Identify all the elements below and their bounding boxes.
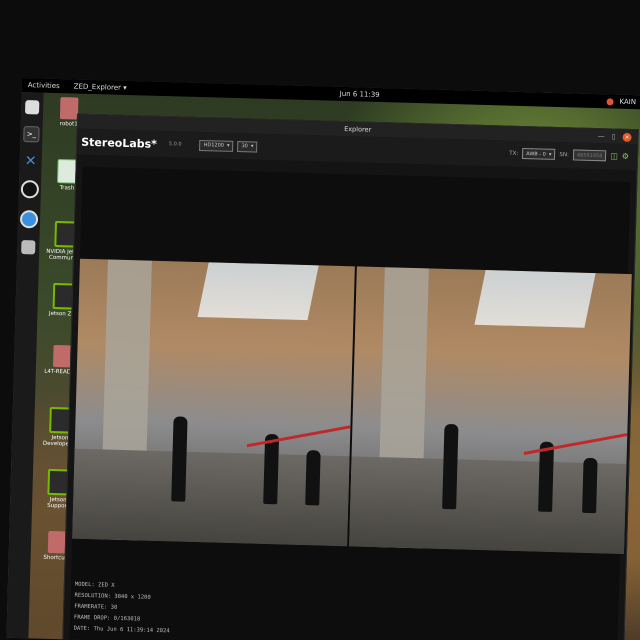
- chromium-icon[interactable]: [19, 210, 39, 229]
- folder-icon: [59, 97, 79, 120]
- clock[interactable]: Jun 6 11:39: [340, 90, 380, 99]
- tx-select[interactable]: AWB - 0 ▾: [522, 147, 556, 160]
- brand-title: StereoLabs*: [81, 135, 158, 151]
- chevron-down-icon: ▾: [226, 142, 230, 149]
- sn-field[interactable]: 48591958: [572, 149, 607, 162]
- tx-label: TX:: [509, 150, 519, 157]
- activities-button[interactable]: Activities: [28, 81, 60, 90]
- camera-info-overlay: MODEL: ZED X RESOLUTION: 3840 x 1200 FRA…: [73, 580, 171, 638]
- person-figure: [582, 457, 598, 514]
- vscode-icon[interactable]: ✕: [23, 153, 37, 169]
- fps-select[interactable]: 30 ▾: [237, 140, 258, 153]
- sn-label: SN:: [559, 151, 569, 158]
- person-figure: [305, 450, 321, 506]
- app-menu[interactable]: ZED_Explorer ▾: [74, 82, 127, 91]
- terminal-icon[interactable]: >_: [23, 126, 40, 143]
- monitor-screen: Activities ZED_Explorer ▾ Jun 6 11:39 KA…: [6, 78, 640, 640]
- person-figure: [442, 423, 459, 510]
- system-status[interactable]: KAIN ⏻: [606, 97, 640, 107]
- resolution-select[interactable]: HD1200 ▾: [199, 139, 234, 152]
- left-camera-view: [72, 258, 355, 547]
- person-figure: [538, 441, 555, 512]
- explorer-window: Explorer — ▯ × StereoLabs* 5.0.0 HD1200 …: [62, 113, 639, 640]
- minimize-icon[interactable]: —: [598, 131, 605, 141]
- chevron-down-icon: ▾: [250, 143, 254, 150]
- stereo-view: [72, 258, 632, 554]
- tx-value: AWB - 0: [526, 150, 546, 158]
- close-icon[interactable]: ×: [622, 132, 632, 142]
- maximize-icon[interactable]: ▯: [612, 131, 616, 141]
- skylight-region: [474, 270, 596, 328]
- obs-icon[interactable]: [20, 180, 40, 199]
- camera-icon[interactable]: ◫: [610, 151, 618, 160]
- record-indicator-icon: [606, 97, 614, 106]
- desktop-icon-label: Trash: [59, 185, 75, 192]
- drive-icon[interactable]: [21, 240, 36, 255]
- chevron-down-icon: ▾: [548, 151, 552, 158]
- info-date: DATE: Thu Jun 6 11:39:14 2024: [73, 625, 170, 635]
- barrier-rope: [246, 425, 350, 448]
- fps-value: 30: [241, 143, 248, 150]
- status-text: KAIN: [619, 97, 637, 107]
- toolbar-right: TX: AWB - 0 ▾ SN: 48591958 ◫ ⚙: [509, 147, 629, 162]
- desktop-icon-label: robot1: [59, 121, 78, 128]
- barrier-rope: [523, 433, 627, 455]
- person-figure: [171, 416, 188, 502]
- settings-icon[interactable]: ⚙: [622, 152, 629, 161]
- right-camera-view: [349, 266, 632, 554]
- folder-icon: [47, 530, 67, 554]
- files-icon[interactable]: [24, 100, 40, 115]
- version-label: 5.0.0: [168, 141, 182, 148]
- folder-icon: [52, 344, 72, 368]
- viewer-area: MODEL: ZED X RESOLUTION: 3840 x 1200 FRA…: [69, 166, 632, 640]
- window-title: Explorer: [344, 125, 372, 134]
- resolution-value: HD1200: [203, 142, 225, 149]
- person-figure: [263, 433, 280, 505]
- skylight-region: [197, 262, 319, 321]
- desktop: Activities ZED_Explorer ▾ Jun 6 11:39 KA…: [0, 0, 640, 640]
- window-controls: — ▯ ×: [598, 131, 632, 142]
